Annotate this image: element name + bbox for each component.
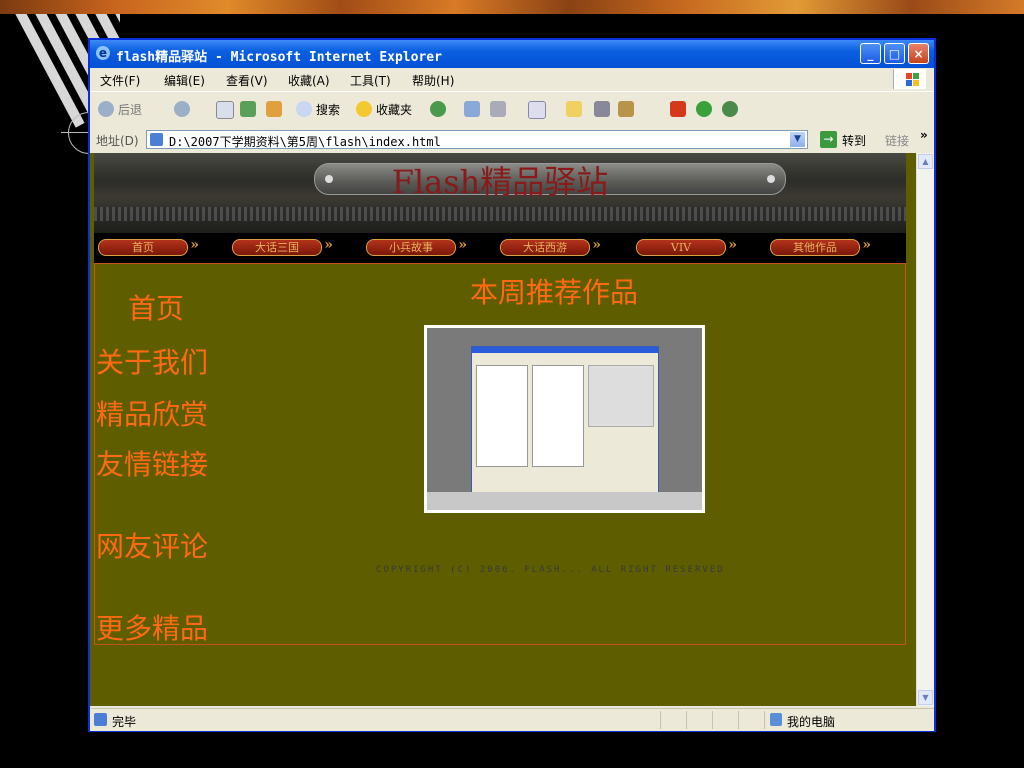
history-icon[interactable] [430, 101, 446, 117]
window-title: flash精品驿站 - Microsoft Internet Explorer [116, 50, 442, 65]
minimize-button[interactable]: _ [860, 43, 881, 64]
address-label: 地址(D) [96, 134, 139, 148]
chevron-right-icon: » [458, 237, 467, 253]
nav-xiyou[interactable]: 大话西游» [500, 238, 601, 256]
nav-sanguo[interactable]: 大话三国» [232, 238, 333, 256]
chevron-down-icon[interactable]: ▼ [790, 132, 805, 147]
discuss-icon[interactable] [566, 101, 582, 117]
computer-icon [770, 713, 782, 726]
addon-green-icon[interactable] [696, 101, 712, 117]
menu-edit[interactable]: 编辑(E) [164, 72, 205, 89]
address-url[interactable]: D:\2007下学期资料\第5周\flash\index.html [169, 133, 441, 150]
status-text: 完毕 [112, 715, 137, 729]
maximize-button[interactable]: □ [884, 43, 905, 64]
menu-tools[interactable]: 工具(T) [350, 72, 391, 89]
site-title: Flash精品驿站 [391, 163, 609, 201]
chevron-right-icon: » [324, 237, 333, 253]
nav-home[interactable]: 首页» [98, 238, 199, 256]
menu-file[interactable]: 文件(F) [100, 72, 140, 89]
research-icon[interactable] [618, 101, 634, 117]
address-bar: 地址(D) D:\2007下学期资料\第5周\flash\index.html … [90, 128, 934, 152]
copyright-text: COPYRIGHT (C) 2006. FLASH... ALL RIGHT R… [376, 565, 725, 575]
side-link-about[interactable]: 关于我们 [96, 341, 208, 381]
go-arrow-icon[interactable]: → [820, 131, 837, 148]
addon-red-icon[interactable] [670, 101, 686, 117]
menu-help[interactable]: 帮助(H) [412, 72, 454, 89]
vertical-scrollbar[interactable]: ▲ ▼ [916, 153, 934, 706]
ie-window: e flash精品驿站 - Microsoft Internet Explore… [88, 38, 936, 732]
print-icon[interactable] [490, 101, 506, 117]
chevron-right-icon: » [862, 237, 871, 253]
addon-icon[interactable] [722, 101, 738, 117]
site-nav: 首页» 大话三国» 小兵故事» 大话西游» VIV» 其他作品» [94, 233, 906, 263]
security-zone: 我的电脑 [787, 715, 836, 729]
page-viewport: Flash精品驿站 首页» 大话三国» 小兵故事» 大话西游» VIV» 其他作… [90, 153, 916, 706]
messenger-icon[interactable] [594, 101, 610, 117]
nav-viv[interactable]: VIV» [636, 238, 737, 256]
chevron-right-icon: » [728, 237, 737, 253]
featured-screenshot-image[interactable] [424, 325, 705, 513]
scroll-down-icon[interactable]: ▼ [918, 690, 933, 705]
toolbar-overflow[interactable]: » [920, 128, 928, 142]
links-button[interactable]: 链接 [885, 132, 909, 149]
site-banner: Flash精品驿站 [94, 153, 906, 233]
home-icon[interactable] [266, 101, 282, 117]
menu-bar: 文件(F) 编辑(E) 查看(V) 收藏(A) 工具(T) 帮助(H) [90, 68, 934, 90]
address-input[interactable]: D:\2007下学期资料\第5周\flash\index.html ▼ [146, 130, 808, 149]
featured-title: 本周推荐作品 [470, 276, 639, 309]
close-button[interactable]: × [908, 43, 929, 64]
refresh-icon[interactable] [240, 101, 256, 117]
favorites-icon[interactable] [356, 101, 372, 117]
side-link-gallery[interactable]: 精品欣赏 [96, 393, 208, 433]
favorites-button[interactable]: 收藏夹 [376, 101, 412, 118]
scroll-up-icon[interactable]: ▲ [918, 154, 933, 169]
page-icon [94, 713, 107, 726]
ie-icon: e [96, 46, 110, 60]
windows-logo-icon [893, 69, 926, 89]
edit-icon[interactable] [528, 101, 546, 119]
search-icon[interactable] [296, 101, 312, 117]
chevron-right-icon: » [592, 237, 601, 253]
mail-icon[interactable] [464, 101, 480, 117]
side-link-friends[interactable]: 友情链接 [96, 443, 208, 483]
side-link-home[interactable]: 首页 [128, 287, 184, 327]
side-link-more[interactable]: 更多精品 [96, 607, 208, 647]
back-icon[interactable] [98, 101, 114, 117]
forward-icon[interactable] [174, 101, 190, 117]
title-bar[interactable]: e flash精品驿站 - Microsoft Internet Explore… [90, 40, 934, 68]
menu-view[interactable]: 查看(V) [226, 72, 268, 89]
menu-favorites[interactable]: 收藏(A) [288, 72, 330, 89]
back-button[interactable]: 后退 [118, 101, 142, 118]
toolbar: 后退 搜索 收藏夹 [90, 91, 934, 129]
banner-pipes [94, 207, 906, 221]
nav-xiaobing[interactable]: 小兵故事» [366, 238, 467, 256]
stop-icon[interactable] [216, 101, 234, 119]
nav-other[interactable]: 其他作品» [770, 238, 871, 256]
status-bar: 完毕 我的电脑 [90, 708, 934, 731]
chevron-right-icon: » [190, 237, 199, 253]
side-link-comments[interactable]: 网友评论 [96, 525, 208, 565]
slide-top-stripe [0, 0, 1024, 14]
go-button[interactable]: 转到 [842, 132, 866, 149]
page-icon [150, 133, 163, 146]
search-button[interactable]: 搜索 [316, 101, 340, 118]
